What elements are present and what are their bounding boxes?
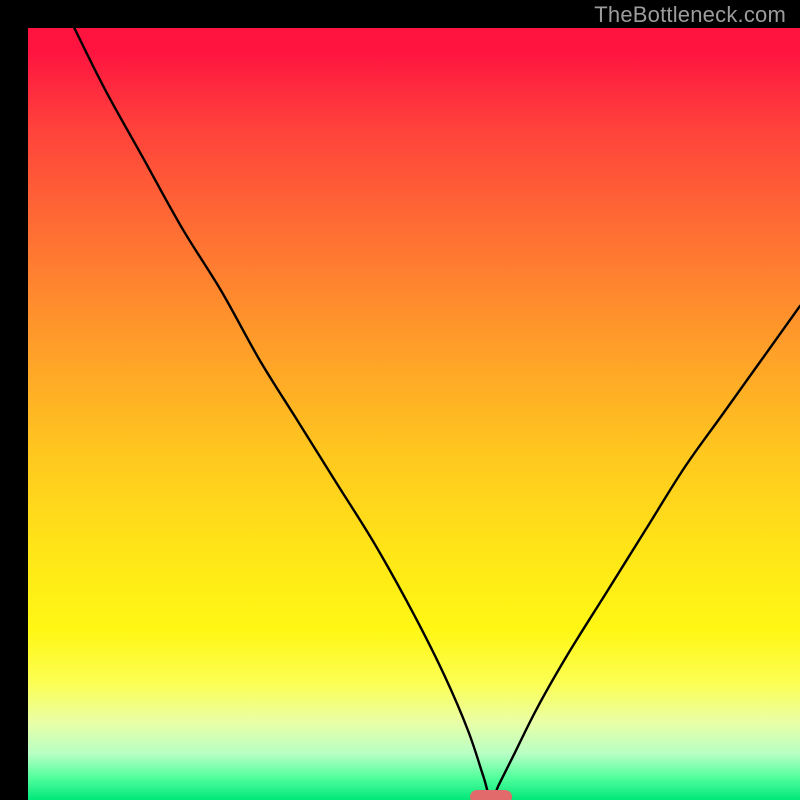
- plot-area: [28, 28, 800, 800]
- watermark-text: TheBottleneck.com: [594, 2, 786, 28]
- bottleneck-curve: [74, 28, 800, 800]
- optimal-marker: [470, 790, 512, 800]
- chart-frame: [14, 14, 786, 786]
- curve-layer: [28, 28, 800, 800]
